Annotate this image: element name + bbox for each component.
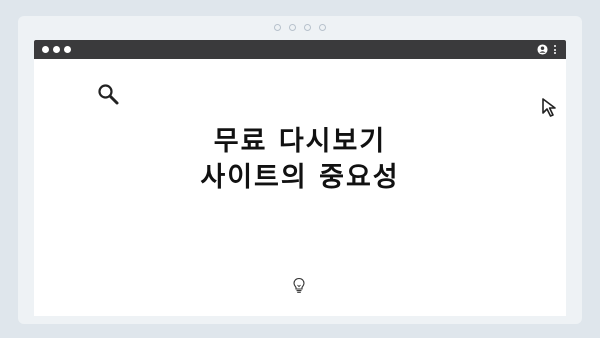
headline-line-1: 무료 다시보기	[213, 126, 387, 157]
user-icon[interactable]	[537, 44, 548, 55]
carousel-dot[interactable]	[304, 24, 311, 31]
search-icon	[98, 84, 119, 105]
lightbulb-icon	[293, 277, 305, 293]
headline-line-2: 사이트의 중요성	[200, 162, 400, 193]
outer-card: 무료 다시보기 사이트의 중요성	[18, 16, 582, 324]
browser-window: 무료 다시보기 사이트의 중요성	[34, 40, 566, 316]
carousel-dot[interactable]	[289, 24, 296, 31]
minimize-button[interactable]	[53, 46, 60, 53]
cursor-icon	[542, 98, 556, 117]
page-headline: 무료 다시보기 사이트의 중요성	[34, 124, 566, 196]
titlebar-actions	[537, 44, 556, 55]
maximize-button[interactable]	[64, 46, 71, 53]
carousel-dot[interactable]	[274, 24, 281, 31]
carousel-dot[interactable]	[319, 24, 326, 31]
carousel-dots	[18, 24, 582, 31]
close-button[interactable]	[42, 46, 49, 53]
kebab-menu-icon[interactable]	[554, 45, 556, 54]
window-titlebar	[34, 40, 566, 59]
window-controls	[42, 46, 71, 53]
